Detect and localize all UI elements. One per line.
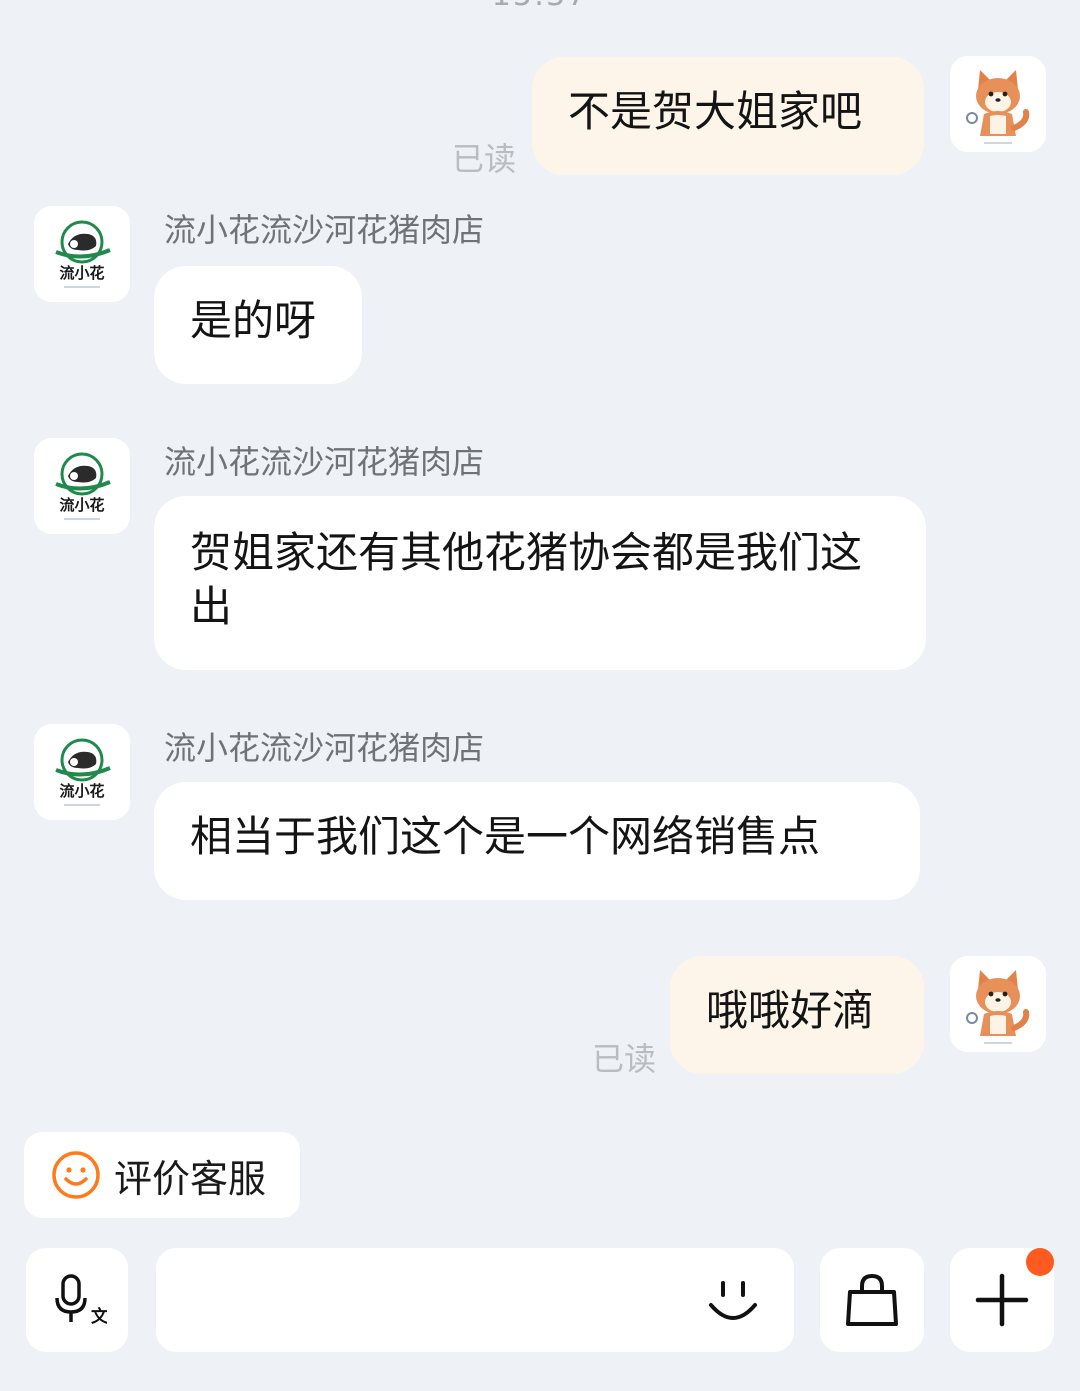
shopping-bag-icon — [846, 1273, 898, 1326]
shop-logo-icon: 流小花 — [34, 206, 130, 302]
sender-name: 流小花流沙河花猪肉店 — [164, 729, 485, 767]
svg-text:文: 文 — [91, 1306, 107, 1327]
shop-logo-text: 流小花 — [59, 496, 104, 514]
status-time: 15:37 — [0, 0, 1080, 13]
plus-icon — [975, 1273, 1029, 1327]
message-input[interactable] — [186, 1278, 694, 1322]
user-avatar[interactable] — [950, 956, 1046, 1052]
shop-logo-icon: 流小花 — [34, 724, 130, 820]
shop-logo-icon: 流小花 — [34, 438, 130, 534]
shop-avatar[interactable]: 流小花 — [34, 724, 130, 820]
message-text: 哦哦好滴 — [706, 986, 875, 1035]
sender-name: 流小花流沙河花猪肉店 — [164, 443, 485, 481]
voice-input-button[interactable]: 文 — [26, 1248, 128, 1352]
shop-button[interactable] — [820, 1248, 924, 1352]
notification-dot — [1026, 1248, 1054, 1276]
smile-circle-icon — [52, 1151, 100, 1199]
read-receipt: 已读 — [592, 1040, 657, 1078]
incoming-message-bubble[interactable]: 相当于我们这个是一个网络销售点 — [154, 782, 920, 900]
shop-logo-text: 流小花 — [59, 782, 104, 800]
shiba-dog-icon — [950, 956, 1046, 1052]
rate-service-button[interactable]: 评价客服 — [24, 1132, 300, 1218]
outgoing-message-bubble[interactable]: 不是贺大姐家吧 — [532, 57, 924, 175]
message-text: 相当于我们这个是一个网络销售点 — [190, 812, 821, 861]
shiba-dog-icon — [950, 56, 1046, 152]
outgoing-message-bubble[interactable]: 哦哦好滴 — [670, 956, 924, 1074]
incoming-message-bubble[interactable]: 是的呀 — [154, 266, 362, 384]
incoming-message-bubble[interactable]: 贺姐家还有其他花猪协会都是我们这出 — [154, 496, 926, 670]
shop-avatar[interactable]: 流小花 — [34, 206, 130, 302]
sender-name: 流小花流沙河花猪肉店 — [164, 211, 485, 249]
message-text: 是的呀 — [190, 296, 317, 345]
shop-avatar[interactable]: 流小花 — [34, 438, 130, 534]
message-input-box[interactable] — [156, 1248, 794, 1352]
smiley-icon — [709, 1281, 757, 1320]
microphone-translate-icon: 文 — [55, 1274, 107, 1327]
rate-service-label: 评价客服 — [114, 1156, 267, 1201]
emoji-button[interactable] — [700, 1268, 766, 1334]
message-text: 不是贺大姐家吧 — [568, 87, 863, 136]
message-text: 贺姐家还有其他花猪协会都是我们这出 — [190, 528, 863, 631]
shop-logo-text: 流小花 — [59, 264, 104, 282]
read-receipt: 已读 — [452, 140, 517, 178]
user-avatar[interactable] — [950, 56, 1046, 152]
